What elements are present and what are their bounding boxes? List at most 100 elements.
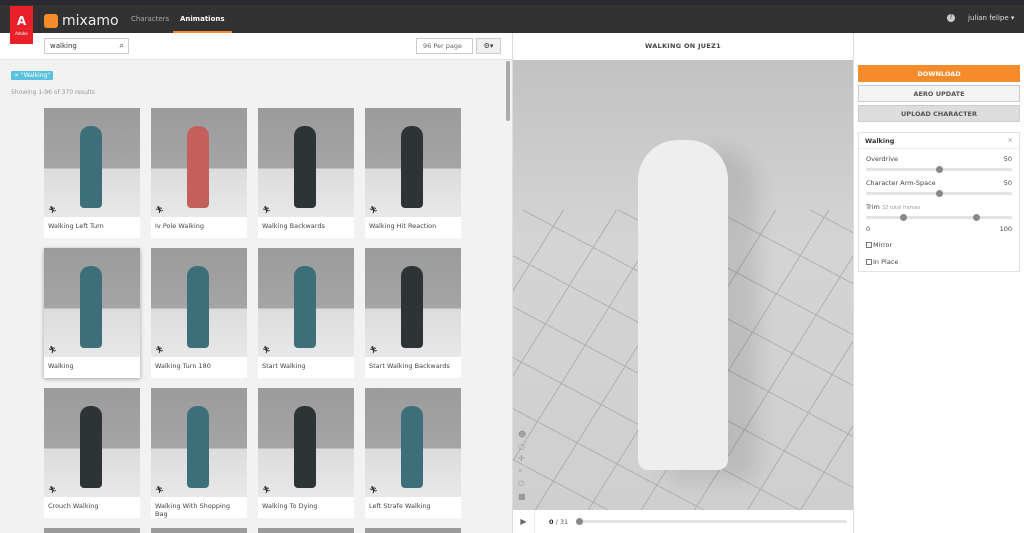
animation-thumbnail <box>258 528 354 533</box>
tab-animations[interactable]: Animations <box>173 5 232 33</box>
play-icon[interactable]: ▶ <box>513 510 535 533</box>
animation-label: Iv Pole Walking <box>155 222 204 230</box>
animation-card[interactable]: 🏃︎ Walking To Dying <box>258 388 354 518</box>
animation-card[interactable]: 🏃︎ Start Walking Backwards <box>365 248 461 378</box>
search-input[interactable]: walking ⌕ <box>44 38 129 54</box>
frame-total: / 31 <box>555 517 569 526</box>
gear-icon[interactable]: ⚙▾ <box>476 38 501 54</box>
animation-label: Start Walking Backwards <box>369 362 450 370</box>
preview-viewer: WALKING ON JUEZ1 ☻ ○ ✛ ⌕ ⏻ ■ ▶ 0 / 31 <box>512 33 853 533</box>
arm-space-value: 50 <box>1003 179 1012 187</box>
trim-end-handle[interactable] <box>972 214 980 221</box>
settings-sidebar: DOWNLOAD AERO UPDATE UPLOAD CHARACTER Wa… <box>853 33 1024 533</box>
filter-tag[interactable]: × "Walking" <box>11 71 54 80</box>
search-icon[interactable]: ⌕ <box>120 41 124 51</box>
character-figure <box>401 266 423 348</box>
mirror-checkbox[interactable]: Mirror <box>866 241 892 249</box>
animation-card[interactable]: 🏃︎ Iv Pole Walking <box>151 108 247 238</box>
animation-thumbnail: 🏃︎ <box>258 388 354 497</box>
animation-thumbnail: 🏃︎ <box>44 388 140 497</box>
running-man-icon: 🏃︎ <box>369 206 378 214</box>
animation-card[interactable]: 🏃︎ Walking <box>44 248 140 378</box>
trim-max: 100 <box>999 225 1012 233</box>
running-man-icon: 🏃︎ <box>262 206 271 214</box>
animation-thumbnail: 🏃︎ <box>258 248 354 357</box>
search-toolbar: walking ⌕ 96 Per page ⚙▾ <box>0 33 512 60</box>
aero-update-button[interactable]: AERO UPDATE <box>858 85 1020 102</box>
trim-label: Trim <box>866 203 880 211</box>
pan-icon[interactable]: ✛ <box>518 454 526 463</box>
timeline-slider[interactable] <box>576 518 847 525</box>
animation-card[interactable]: 🏃︎ Walking With Shopping Bag <box>151 388 247 518</box>
character-figure <box>294 266 316 348</box>
animation-card[interactable] <box>44 528 140 533</box>
adobe-logo[interactable]: A Adobe <box>10 6 33 44</box>
top-nav: mixamo Characters Animations ? julian fe… <box>0 5 1024 33</box>
animation-thumbnail: 🏃︎ <box>365 248 461 357</box>
running-man-icon: 🏃︎ <box>48 206 57 214</box>
arm-space-slider[interactable] <box>866 190 1012 197</box>
user-menu[interactable]: julian felipe ▾ <box>968 14 1014 22</box>
animation-card[interactable] <box>258 528 354 533</box>
running-man-icon: 🏃︎ <box>369 486 378 494</box>
animation-label: Start Walking <box>262 362 306 370</box>
character-figure <box>401 406 423 488</box>
running-man-icon: 🏃︎ <box>262 346 271 354</box>
character-figure <box>187 266 209 348</box>
arm-space-label: Character Arm-Space <box>866 179 936 187</box>
animation-thumbnail: 🏃︎ <box>258 108 354 217</box>
animation-card[interactable]: 🏃︎ Start Walking <box>258 248 354 378</box>
skeleton-icon[interactable]: ☻ <box>518 430 526 439</box>
animation-label: Crouch Walking <box>48 502 99 510</box>
animation-card[interactable]: 🏃︎ Crouch Walking <box>44 388 140 518</box>
in-place-checkbox[interactable]: In Place <box>866 258 898 266</box>
running-man-icon: 🏃︎ <box>155 346 164 354</box>
trim-note: 32 total frames <box>881 205 921 211</box>
animation-thumbnail: 🏃︎ <box>44 108 140 217</box>
brand-name: mixamo <box>62 13 119 29</box>
settings-title: Walking <box>865 137 895 145</box>
overdrive-handle[interactable] <box>936 166 943 173</box>
animation-label: Walking Left Turn <box>48 222 104 230</box>
animation-card[interactable]: 🏃︎ Walking Turn 180 <box>151 248 247 378</box>
animation-settings: Walking × Overdrive 50 Character Arm-Space… <box>858 132 1020 272</box>
animation-thumbnail: 🏃︎ <box>151 248 247 357</box>
3d-viewport[interactable]: ☻ ○ ✛ ⌕ ⏻ ■ <box>513 60 853 510</box>
tab-characters[interactable]: Characters <box>131 5 169 33</box>
in-place-label: In Place <box>873 258 899 266</box>
trim-slider[interactable] <box>866 214 1012 221</box>
animation-card[interactable]: 🏃︎ Left Strafe Walking <box>365 388 461 518</box>
character-figure <box>80 406 102 488</box>
help-icon[interactable]: ? <box>947 14 955 22</box>
close-icon[interactable]: × <box>1008 136 1013 144</box>
character-figure <box>187 126 209 208</box>
frame-current: 0 <box>549 517 554 526</box>
arm-space-handle[interactable] <box>936 190 943 197</box>
animation-card[interactable] <box>365 528 461 533</box>
camera-icon[interactable]: ■ <box>518 492 526 501</box>
trim-start-handle[interactable] <box>899 214 907 221</box>
reset-icon[interactable]: ⏻ <box>518 479 526 489</box>
mixamo-logo[interactable]: mixamo <box>44 13 119 29</box>
animation-thumbnail: 🏃︎ <box>151 388 247 497</box>
character-model <box>638 140 728 470</box>
animation-label: Walking Turn 180 <box>155 362 211 370</box>
running-man-icon: 🏃︎ <box>262 486 271 494</box>
animation-label: Walking Hit Reaction <box>369 222 437 230</box>
animation-card[interactable]: 🏃︎ Walking Backwards <box>258 108 354 238</box>
scrollbar[interactable] <box>506 61 510 121</box>
zoom-icon[interactable]: ⌕ <box>518 466 526 476</box>
animation-card[interactable]: 🏃︎ Walking Hit Reaction <box>365 108 461 238</box>
animation-card[interactable]: 🏃︎ Walking Left Turn <box>44 108 140 238</box>
animation-label: Left Strafe Walking <box>369 502 431 510</box>
orbit-icon[interactable]: ○ <box>518 442 526 451</box>
animation-card[interactable] <box>151 528 247 533</box>
per-page-select[interactable]: 96 Per page <box>416 38 473 54</box>
character-figure <box>401 126 423 208</box>
download-button[interactable]: DOWNLOAD <box>858 65 1020 82</box>
animation-thumbnail: 🏃︎ <box>44 248 140 357</box>
animation-thumbnail: 🏃︎ <box>151 108 247 217</box>
overdrive-slider[interactable] <box>866 166 1012 173</box>
timeline-handle[interactable] <box>576 518 583 525</box>
upload-character-button[interactable]: UPLOAD CHARACTER <box>858 105 1020 122</box>
